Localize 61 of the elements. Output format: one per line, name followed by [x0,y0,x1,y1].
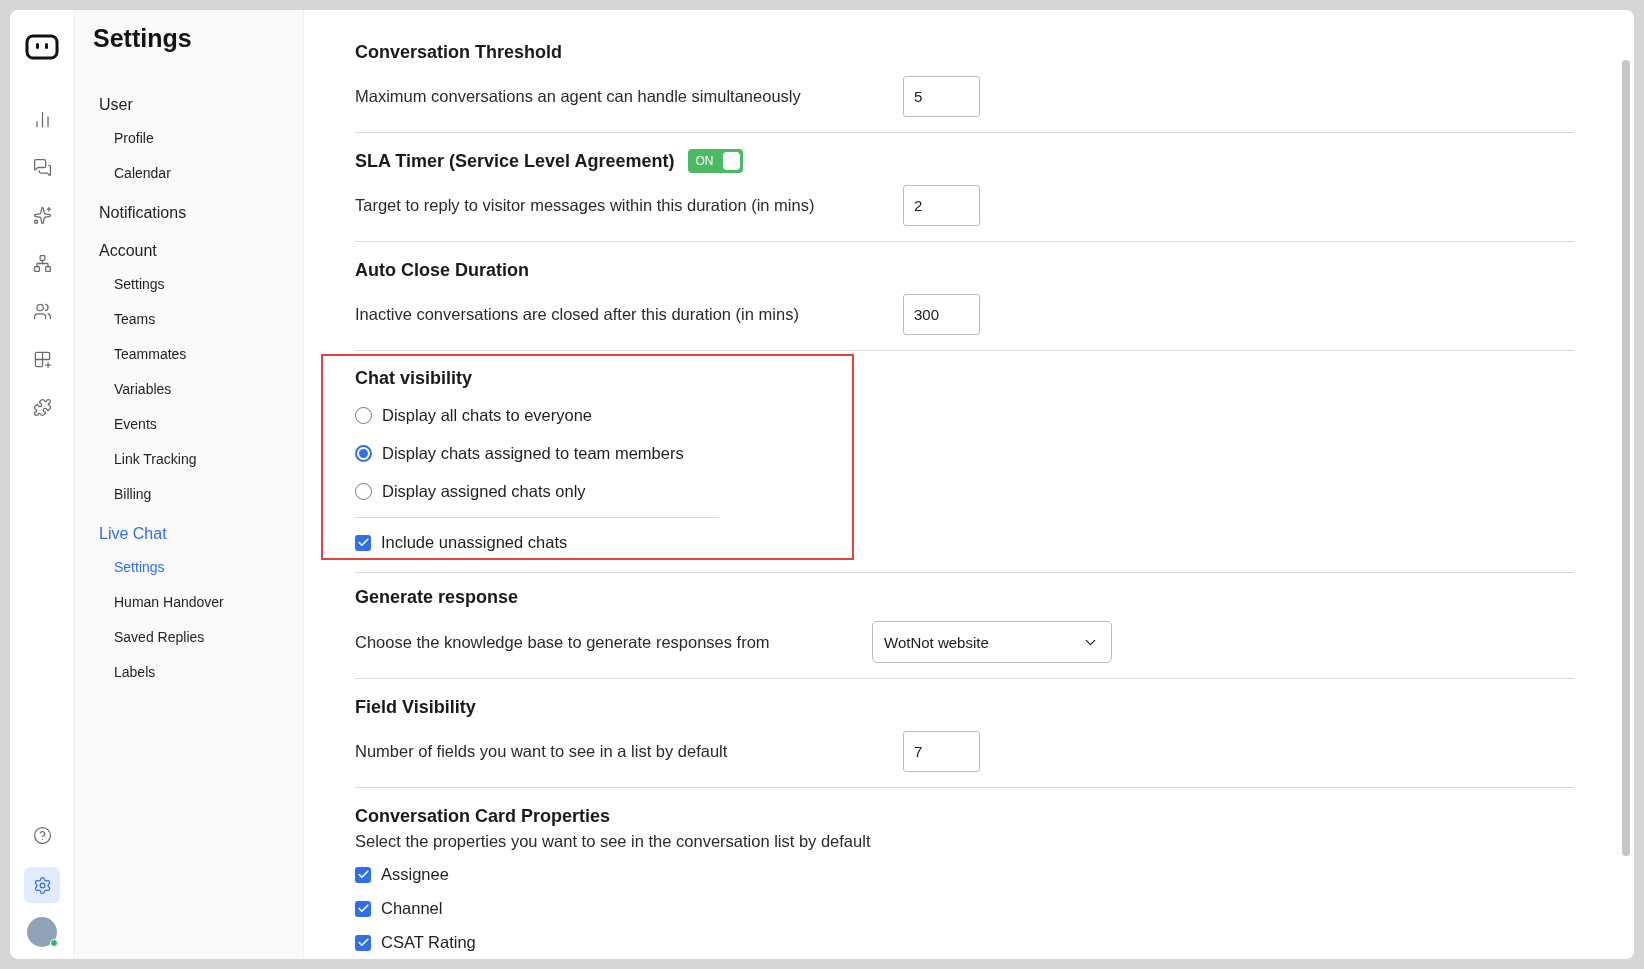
number-input[interactable]: 5 [903,76,980,117]
number-input[interactable]: 300 [903,294,980,335]
section-title: Generate response [355,586,519,609]
setting-description: Maximum conversations an agent can handle simultaneously [355,87,802,106]
checkbox-option[interactable]: Channel [355,899,443,918]
radio-option[interactable]: Display all chats to everyone [355,406,593,425]
number-input[interactable]: 7 [903,731,980,772]
setting-description: Target to reply to visitor messages within this duration (in mins) [355,196,816,215]
sidebar-subitem[interactable]: Calendar [114,155,171,190]
users-icon [32,301,52,321]
radio-button[interactable] [355,445,372,462]
checkbox-option[interactable]: Include unassigned chats [355,533,568,552]
radio-button[interactable] [355,407,372,424]
sidebar-subitem[interactable]: Settings [114,266,165,301]
sidebar-subitem[interactable]: Profile [114,120,154,155]
radio-option[interactable]: Display assigned chats only [355,482,586,501]
radio-button[interactable] [355,483,372,500]
sparkles-icon [32,205,52,225]
section-title: Field Visibility [355,696,476,719]
avatar[interactable] [27,917,57,947]
sidebar-item[interactable]: User [99,90,133,120]
number-input[interactable]: 2 [903,185,980,226]
sidebar-item[interactable]: Notifications [99,198,187,228]
sidebar-subitem[interactable]: Link Tracking [114,441,197,476]
sidebar-item[interactable]: Account [99,236,157,266]
sidebar-subitem[interactable]: Teams [114,301,156,336]
setting-description: Number of fields you want to see in a list by default [355,742,729,761]
checkbox[interactable] [355,866,371,883]
section-title: Conversation Card Properties [355,805,611,828]
sidebar-item[interactable]: Live Chat [99,519,167,549]
robot-face-logo [25,33,59,61]
sidebar-subitem[interactable]: Variables [114,371,172,406]
sidebar-subitem[interactable]: Events [114,406,157,441]
hierarchy-icon [32,253,52,273]
checkbox[interactable] [355,900,371,917]
section-title: Conversation Threshold [355,41,563,64]
sidebar-subitem[interactable]: Saved Replies [114,619,205,654]
sidebar-subitem[interactable]: Billing [114,476,152,511]
checkbox-option[interactable]: CSAT Rating [355,933,476,952]
section-title: Auto Close Duration [355,259,529,282]
grid-plus-icon [32,349,52,369]
knowledge-base-dropdown[interactable]: WotNot website [872,621,1112,663]
section-title: SLA Timer (Service Level Agreement) [355,150,675,173]
checkbox[interactable] [355,534,371,551]
sidebar-subitem[interactable]: Teammates [114,336,187,371]
help-icon [32,825,52,845]
sidebar-subitem[interactable]: Human Handover [114,584,224,619]
chat-bubbles-icon [32,157,52,177]
settings-icon [32,875,52,895]
puzzle-piece-icon [32,397,52,417]
scrollbar-thumb[interactable] [1622,60,1630,856]
page-title: Settings [93,24,193,53]
sidebar-subitem[interactable]: Labels [114,654,156,689]
setting-description: Select the properties you want to see in the conversation list by default [355,832,872,851]
sidebar-subitem[interactable]: Settings [114,549,165,584]
settings-button[interactable] [24,867,60,903]
radio-option[interactable]: Display chats assigned to team members [355,444,684,463]
section-title: Chat visibility [355,367,473,390]
setting-description: Inactive conversations are closed after this duration (in mins) [355,305,800,324]
checkbox[interactable] [355,934,371,951]
checkbox-option[interactable]: Assignee [355,865,449,884]
